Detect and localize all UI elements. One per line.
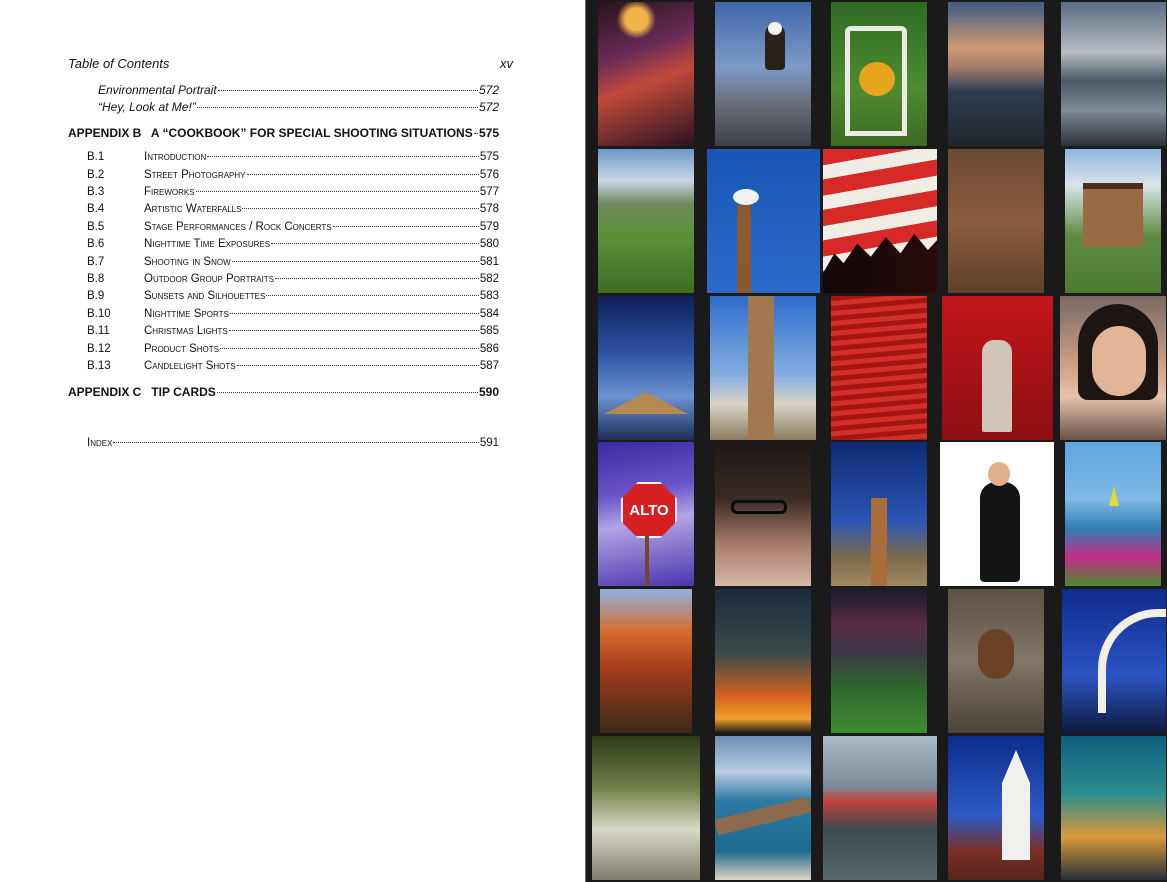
soldier-silhouettes-shape [823, 233, 937, 293]
toc-entry-b5[interactable]: B.5 Stage Performances / Rock Concerts 579 [87, 221, 499, 233]
photo-bear-in-water [948, 589, 1044, 733]
eagle-head-shape [768, 22, 782, 35]
photo-green-valley [598, 149, 694, 293]
photo-seagull-pole-bell [707, 149, 820, 293]
photo-curved-building-blue [1062, 589, 1166, 733]
photo-sunset-tree-silhouette [715, 589, 811, 733]
toc-entry-environmental-portrait[interactable]: Environmental Portrait 572 [98, 83, 499, 97]
photo-spiked-sculpture [942, 296, 1053, 440]
photo-mosaic-page: ALTO [587, 0, 1167, 882]
running-header-title: Table of Contents [68, 56, 170, 71]
photo-plowed-field [948, 149, 1044, 293]
suit-figure-shape [980, 482, 1020, 582]
toc-entry-index[interactable]: Index 591 [87, 437, 499, 449]
photo-autumn-forest [600, 589, 692, 733]
photo-fremont-street-lights [598, 2, 694, 146]
photo-sailboat-flowers [1065, 442, 1161, 586]
photo-man-glasses-portrait [715, 442, 811, 586]
photo-man-in-suit [940, 442, 1054, 586]
face-shape [1092, 326, 1146, 396]
glasses-shape [731, 500, 787, 514]
toc-entry-b8[interactable]: B.8 Outdoor Group Portraits 582 [87, 273, 499, 285]
sail-shape [1109, 486, 1119, 506]
photo-tall-post-sky [710, 296, 816, 440]
toc-entry-hey-look-at-me[interactable]: “Hey, Look at Me!” 572 [98, 100, 499, 114]
toc-entry-b6[interactable]: B.6 Nighttime Time Exposures 580 [87, 238, 499, 250]
chair-flowers-shape [859, 62, 895, 96]
seagull-shape [733, 189, 759, 205]
photo-quiver-tree [831, 442, 927, 586]
curved-roof-shape [1098, 609, 1166, 713]
photo-forest-path-cyclist [592, 736, 700, 880]
tall-post-shape [748, 296, 774, 440]
photo-flag-silhouettes [823, 149, 937, 293]
bear-shape [978, 629, 1014, 679]
toc-entry-b1[interactable]: B.1 Introduction 575 [87, 151, 499, 163]
tree-trunk-shape [871, 498, 887, 586]
toc-page: Table of Contents xv Environmental Portr… [0, 0, 586, 882]
photo-red-sand-dunes [831, 296, 927, 440]
photo-girl-portrait [1060, 296, 1166, 440]
sculpture-shape [982, 340, 1012, 432]
toc-entry-appendix-b[interactable]: APPENDIX B A “COOKBOOK” FOR SPECIAL SHOO… [68, 126, 499, 140]
photo-driftwood-sea [715, 736, 811, 880]
toc-entry-b3[interactable]: B.3 Fireworks 577 [87, 186, 499, 198]
photo-alto-stop-sign: ALTO [598, 442, 694, 586]
steeple-shape [1002, 750, 1030, 860]
photo-mountain-sunset [948, 2, 1044, 146]
wooden-pole-shape [737, 205, 751, 293]
photo-white-church-steeple [948, 736, 1044, 880]
toc-entry-b13[interactable]: B.13 Candlelight Shots 587 [87, 360, 499, 372]
toc-entry-b10[interactable]: B.10 Nighttime Sports 584 [87, 308, 499, 320]
sign-post-shape [645, 536, 649, 586]
photo-stone-barn [1065, 149, 1161, 293]
photo-thatched-umbrella [598, 296, 694, 440]
photo-rocking-chair-flowers [831, 2, 927, 146]
toc-entry-b7[interactable]: B.7 Shooting in Snow 581 [87, 256, 499, 268]
photo-sunset-ocean-tree [1061, 736, 1166, 880]
driftwood-shape [715, 796, 811, 836]
toc-entry-b11[interactable]: B.11 Christmas Lights 585 [87, 325, 499, 337]
photo-bald-eagle [715, 2, 811, 146]
photo-glacier-lake [1061, 2, 1166, 146]
stop-sign-shape: ALTO [621, 482, 677, 538]
photo-harbor-boats [823, 736, 937, 880]
toc-entry-b12[interactable]: B.12 Product Shots 586 [87, 343, 499, 355]
suit-figure-head-shape [988, 462, 1010, 486]
photo-night-baseball-stadium [831, 589, 927, 733]
book-spread: Table of Contents xv Environmental Portr… [0, 0, 1167, 882]
barn-shape [1083, 183, 1143, 247]
toc-entry-b4[interactable]: B.4 Artistic Waterfalls 578 [87, 203, 499, 215]
umbrella-roof-shape [604, 392, 688, 414]
toc-entry-b9[interactable]: B.9 Sunsets and Silhouettes 583 [87, 290, 499, 302]
toc-entry-b2[interactable]: B.2 Street Photography 576 [87, 169, 499, 181]
running-header-page-number: xv [500, 56, 513, 71]
toc-entry-appendix-c[interactable]: APPENDIX C TIP CARDS 590 [68, 385, 499, 399]
